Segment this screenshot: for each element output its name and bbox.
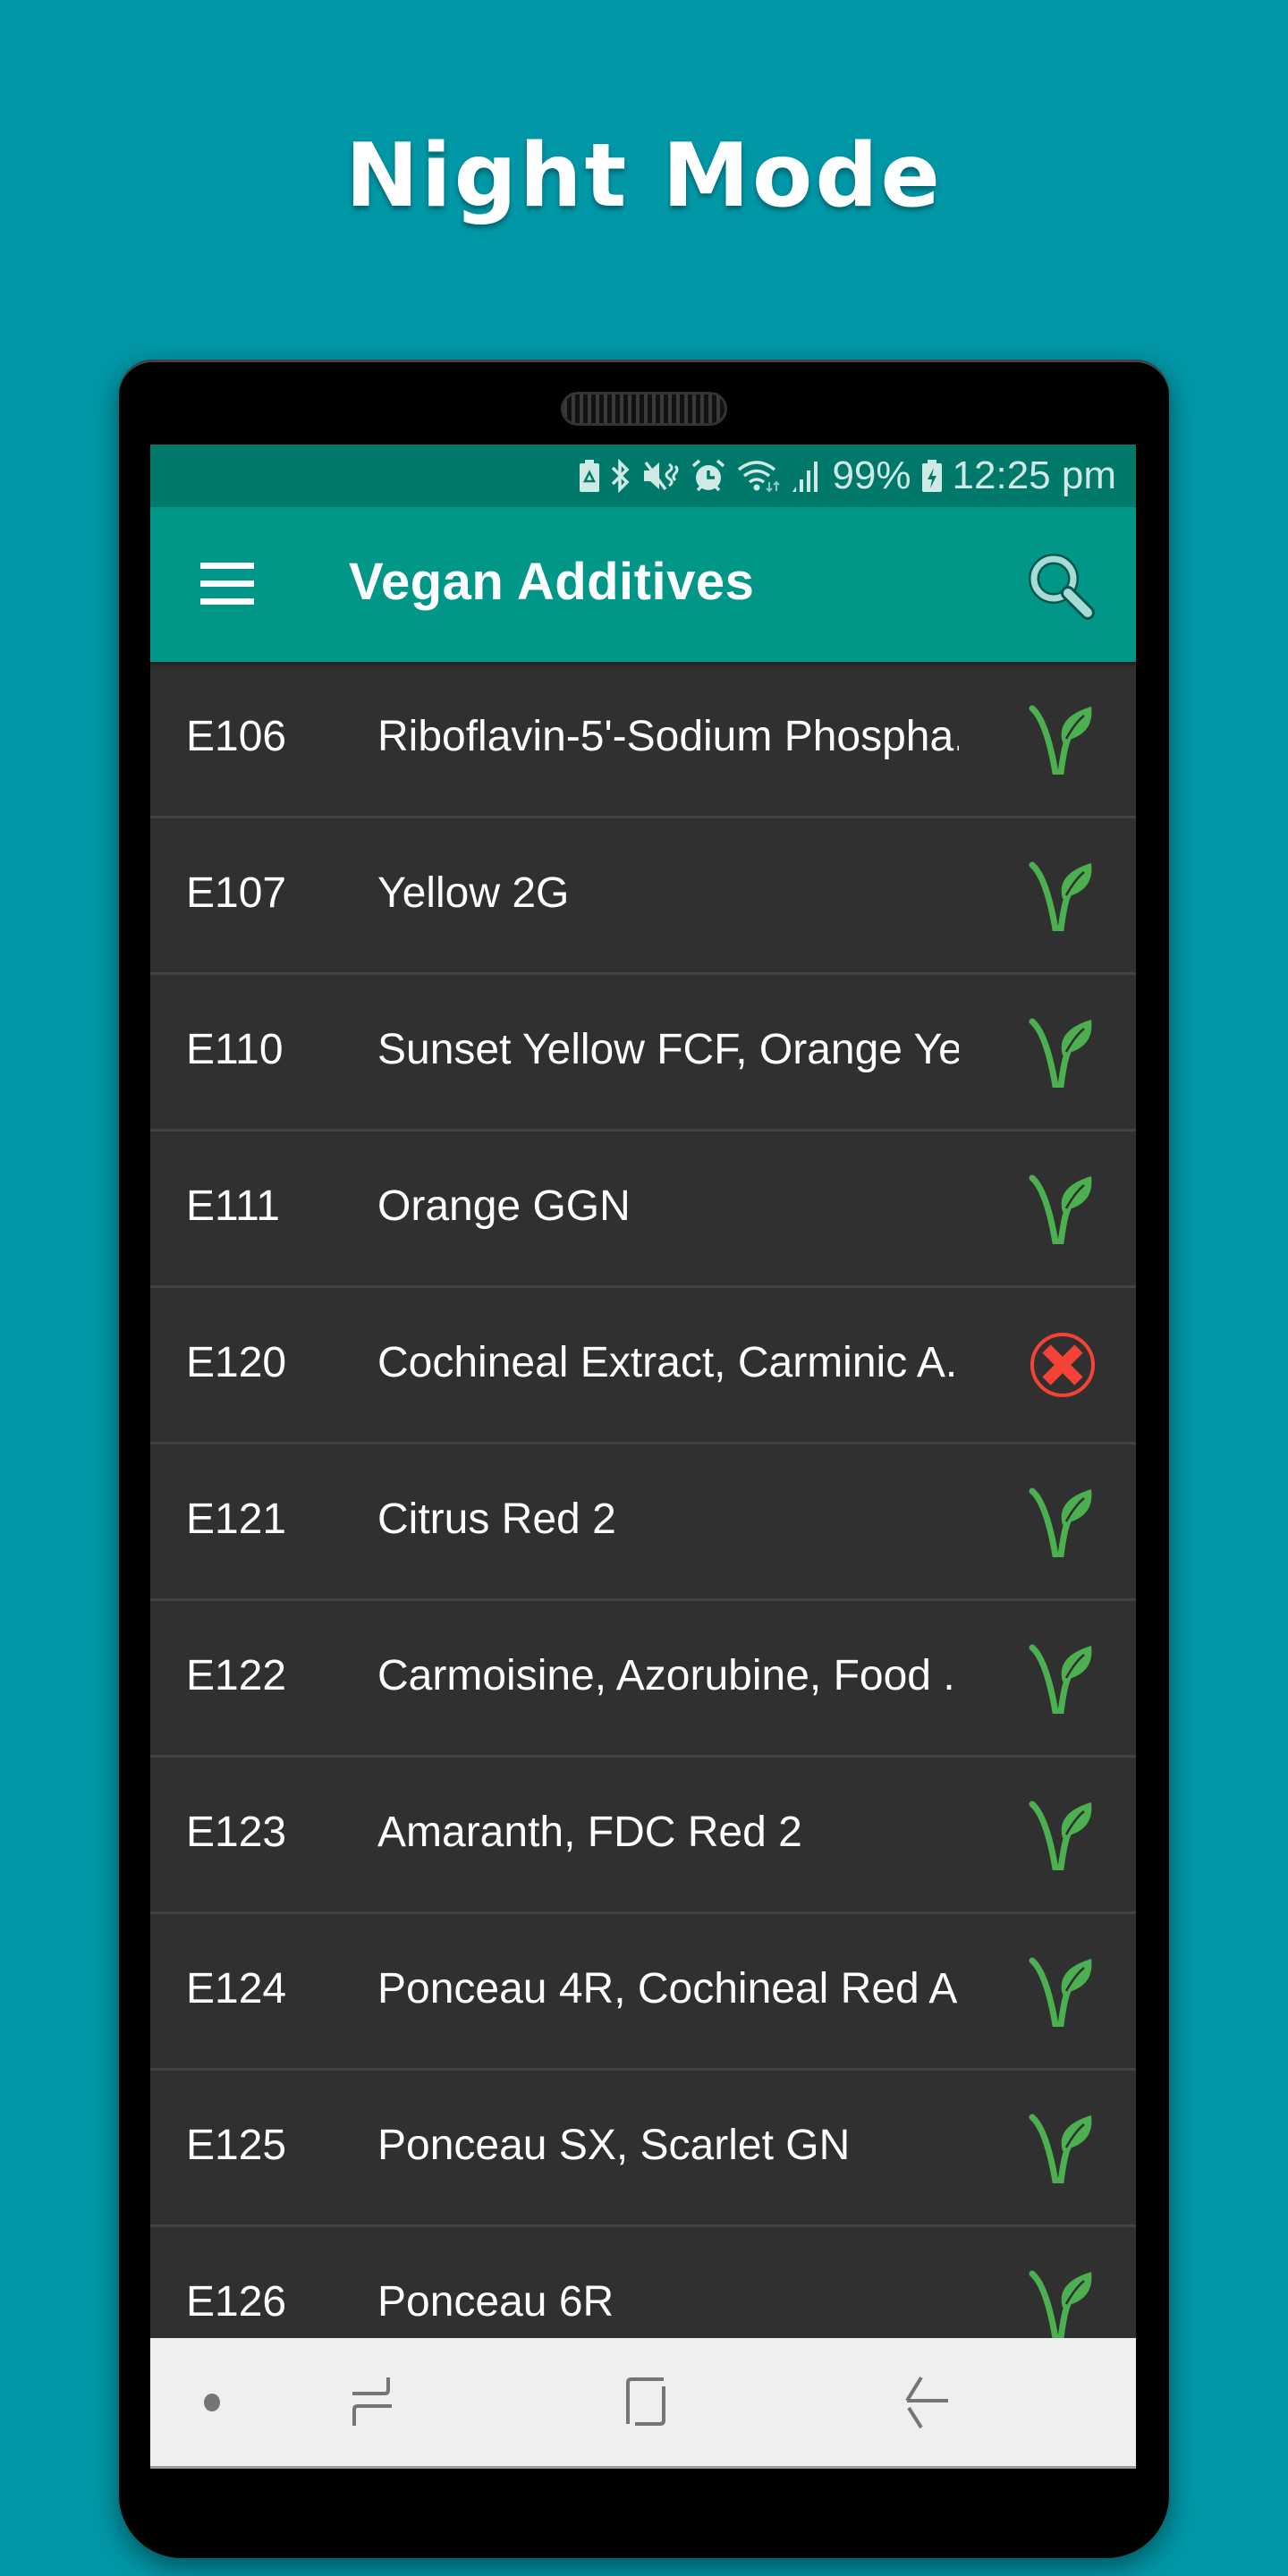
list-item[interactable]: E124 Ponceau 4R, Cochineal Red A,... [150,1914,1136,2071]
dot-indicator-icon[interactable] [199,2374,225,2431]
list-item[interactable]: E123 Amaranth, FDC Red 2 [150,1758,1136,1914]
list-item[interactable]: E111 Orange GGN [150,1131,1136,1288]
additive-code: E121 [186,1496,287,1543]
vegan-leaf-icon [1029,1173,1097,1246]
additive-name: Ponceau 4R, Cochineal Red A,... [377,1965,959,2012]
additive-code: E122 [186,1652,287,1699]
additive-name: Riboflavin-5'-Sodium Phospha... [377,713,959,760]
list-item[interactable]: E122 Carmoisine, Azorubine, Food ... [150,1601,1136,1758]
system-nav-bar [150,2338,1136,2469]
app-title: Vegan Additives [349,553,755,611]
back-icon[interactable] [898,2374,955,2431]
vegan-leaf-icon [1029,1016,1097,1089]
vegan-leaf-icon [1029,860,1097,933]
additive-name: Amaranth, FDC Red 2 [377,1809,802,1856]
speaker-grille [561,392,727,426]
vegan-leaf-icon [1029,1799,1097,1872]
phone-screen: 99% 12:25 pm Vegan Additives E106 Ribofl… [150,445,1136,2469]
additive-name: Carmoisine, Azorubine, Food ... [377,1652,959,1699]
recent-apps-icon[interactable] [347,2374,397,2431]
vegan-leaf-icon [1029,1955,1097,2029]
battery-percent: 99% [832,453,911,497]
additive-name: Orange GGN [377,1182,631,1230]
additive-code: E111 [186,1182,280,1230]
list-item[interactable]: E106 Riboflavin-5'-Sodium Phospha... [150,662,1136,818]
additive-name: Ponceau SX, Scarlet GN [377,2122,851,2169]
list-item[interactable]: E107 Yellow 2G [150,818,1136,975]
vegan-leaf-icon [1029,2112,1097,2185]
additive-name: Sunset Yellow FCF, Orange Ye... [377,1026,959,1073]
additive-code: E126 [186,2278,287,2326]
clock: 12:25 pm [952,453,1116,497]
promo-title: Night Mode [345,125,943,227]
battery-charging-icon [921,456,942,496]
additive-code: E124 [186,1965,287,2012]
status-bar: 99% 12:25 pm [150,445,1136,507]
hamburger-menu-icon[interactable] [200,563,254,606]
vegan-leaf-icon [1029,1642,1097,1716]
not-vegan-x-icon [1029,1329,1097,1401]
additive-name: Ponceau 6R [377,2278,614,2326]
list-item[interactable]: E110 Sunset Yellow FCF, Orange Ye... [150,975,1136,1131]
list-item[interactable]: E120 Cochineal Extract, Carminic A... [150,1288,1136,1445]
additive-code: E110 [186,1026,284,1073]
mute-vibrate-icon [642,456,680,496]
additives-list: E106 Riboflavin-5'-Sodium Phospha... E10… [150,662,1136,2384]
app-bar: Vegan Additives [150,507,1136,662]
additive-code: E123 [186,1809,287,1856]
additive-name: Cochineal Extract, Carminic A... [377,1339,959,1386]
additive-code: E125 [186,2122,287,2169]
battery-saver-icon [580,456,600,496]
vegan-leaf-icon [1029,1486,1097,1559]
additive-code: E107 [186,869,287,917]
additive-code: E120 [186,1339,287,1386]
alarm-icon [691,456,726,496]
additive-name: Yellow 2G [377,869,570,917]
vegan-leaf-icon [1029,703,1097,776]
vegan-leaf-icon [1029,2268,1097,2342]
additive-name: Citrus Red 2 [377,1496,616,1543]
signal-icon [791,456,821,496]
bluetooth-icon [610,456,631,496]
additive-code: E106 [186,713,287,760]
home-icon[interactable] [621,2374,671,2431]
search-icon[interactable] [1025,550,1097,622]
phone-frame: 99% 12:25 pm Vegan Additives E106 Ribofl… [119,360,1169,2558]
list-item[interactable]: E125 Ponceau SX, Scarlet GN [150,2071,1136,2227]
list-item[interactable]: E121 Citrus Red 2 [150,1445,1136,1601]
wifi-icon [737,456,781,496]
